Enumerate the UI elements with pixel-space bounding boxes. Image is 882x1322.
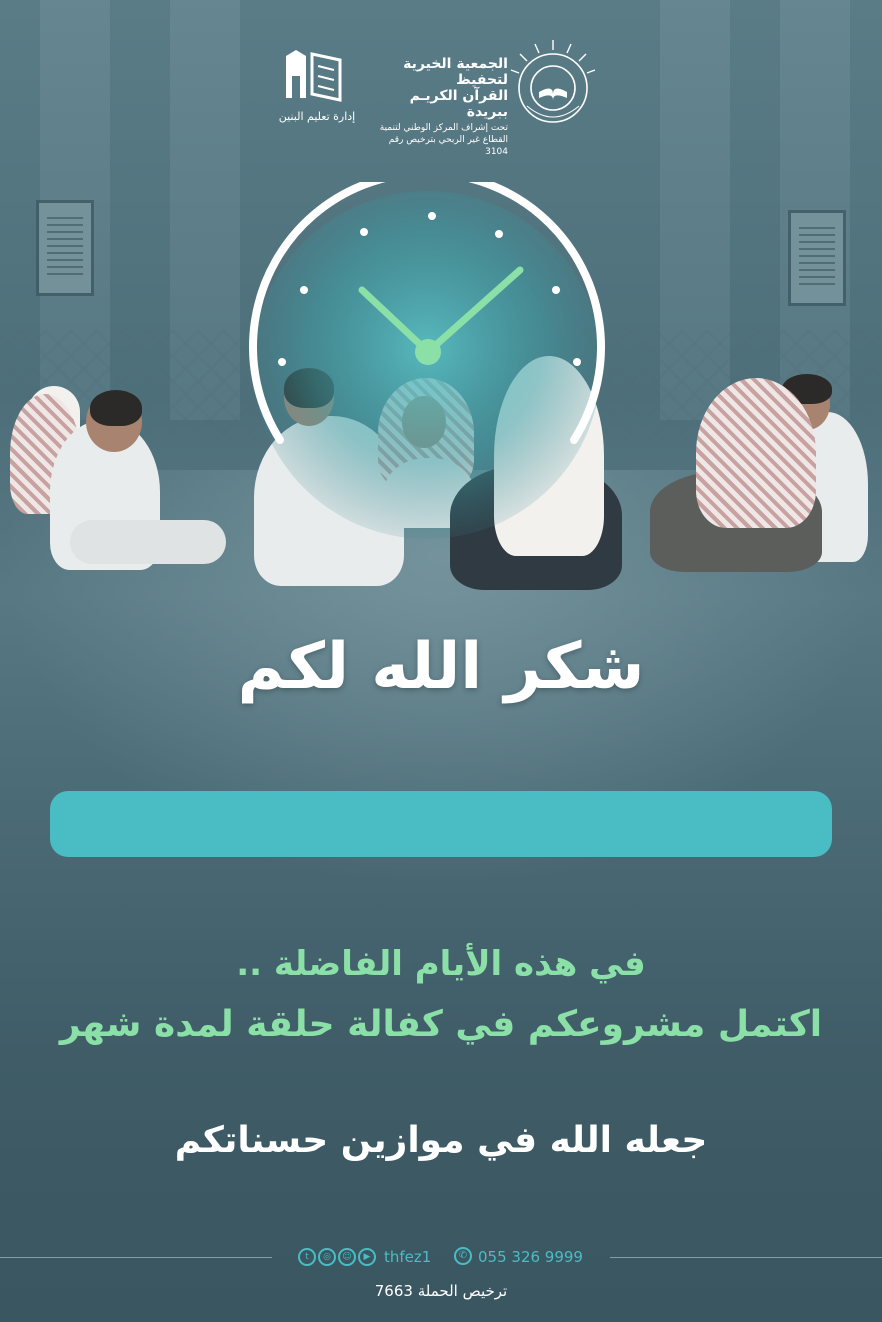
poster: الجمعية الخيرية لتحفيظ القرآن الكريـم بب… xyxy=(0,0,882,1322)
seated-student-left xyxy=(0,380,230,580)
clock-icon xyxy=(249,182,605,539)
headline: شكر الله لكم xyxy=(237,630,645,704)
background-wall-frame xyxy=(788,210,846,306)
book-building-logo xyxy=(286,50,342,102)
org-sub-line2: القطاع غير الربحي بترخيص رقم 3104 xyxy=(388,135,508,157)
department-name: إدارة تعليم البنين xyxy=(278,110,356,123)
seated-student-right xyxy=(644,372,874,578)
instagram-icon[interactable]: ◎ xyxy=(318,1248,336,1266)
open-book-sunburst-logo xyxy=(510,40,596,123)
twitter-icon[interactable]: t xyxy=(298,1248,316,1266)
header: الجمعية الخيرية لتحفيظ القرآن الكريـم بب… xyxy=(0,32,882,157)
background-wall-frame xyxy=(36,200,94,296)
footer-divider-right xyxy=(610,1257,882,1258)
campaign-license: ترخيص الحملة 7663 xyxy=(374,1282,508,1300)
organization-name: الجمعية الخيرية لتحفيظ القرآن الكريـم بب… xyxy=(368,56,508,158)
org-name-line2: القرآن الكريـم ببريدة xyxy=(409,88,508,120)
contact-bar: t ◎ ☺ ▶ thfez1 ✆ 055 326 9999 xyxy=(298,1246,588,1270)
message-line2: اكتمل مشروعكم في كفالة حلقة لمدة شهر xyxy=(59,1004,823,1045)
social-handle[interactable]: thfez1 xyxy=(384,1248,431,1266)
youtube-icon[interactable]: ▶ xyxy=(358,1248,376,1266)
footer-divider-left xyxy=(0,1257,272,1258)
whatsapp-icon[interactable]: ✆ xyxy=(454,1247,472,1265)
message-line1: في هذه الأيام الفاضلة .. xyxy=(236,944,646,984)
prayer-line: جعله الله في موازين حسناتكم xyxy=(174,1120,708,1161)
accent-bar xyxy=(50,791,832,857)
snapchat-icon[interactable]: ☺ xyxy=(338,1248,356,1266)
phone-number[interactable]: 055 326 9999 xyxy=(478,1248,583,1266)
org-name-line1: الجمعية الخيرية لتحفيظ xyxy=(403,56,508,88)
org-sub-line1: تحت إشراف المركز الوطني لتنمية xyxy=(379,123,508,133)
